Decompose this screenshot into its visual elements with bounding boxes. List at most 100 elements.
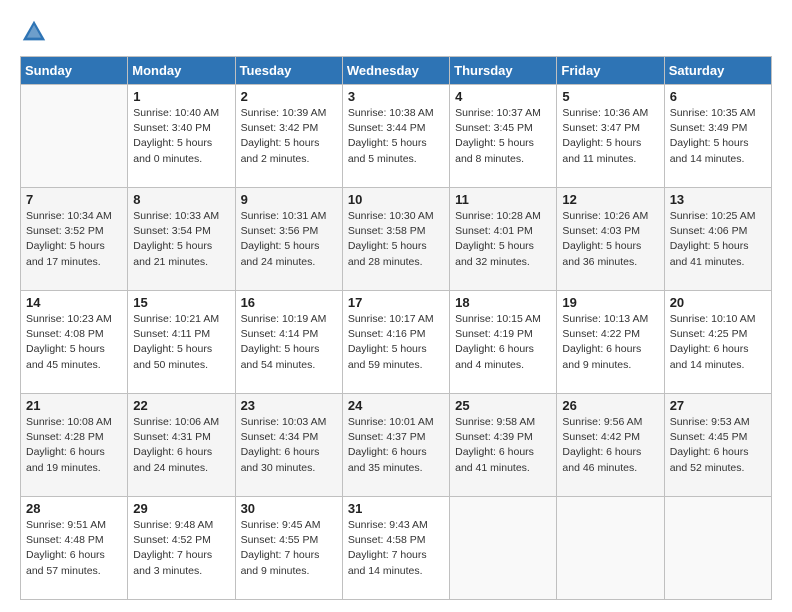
day-number: 10	[348, 192, 444, 207]
day-number: 7	[26, 192, 122, 207]
day-cell: 3 Sunrise: 10:38 AM Sunset: 3:44 PM Dayli…	[342, 85, 449, 188]
day-cell	[450, 497, 557, 600]
day-cell: 18 Sunrise: 10:15 AM Sunset: 4:19 PM Dayl…	[450, 291, 557, 394]
day-cell: 29Sunrise: 9:48 AM Sunset: 4:52 PM Dayli…	[128, 497, 235, 600]
day-number: 20	[670, 295, 766, 310]
day-info: Sunrise: 10:39 AM Sunset: 3:42 PM Daylig…	[241, 106, 337, 167]
day-number: 16	[241, 295, 337, 310]
day-cell: 30Sunrise: 9:45 AM Sunset: 4:55 PM Dayli…	[235, 497, 342, 600]
day-info: Sunrise: 10:17 AM Sunset: 4:16 PM Daylig…	[348, 312, 444, 373]
day-info: Sunrise: 10:34 AM Sunset: 3:52 PM Daylig…	[26, 209, 122, 270]
day-info: Sunrise: 10:35 AM Sunset: 3:49 PM Daylig…	[670, 106, 766, 167]
day-cell: 4Sunrise: 10:37 AM Sunset: 3:45 PM Dayli…	[450, 85, 557, 188]
day-number: 5	[562, 89, 658, 104]
day-number: 25	[455, 398, 551, 413]
day-cell: 2 Sunrise: 10:39 AM Sunset: 3:42 PM Dayli…	[235, 85, 342, 188]
day-info: Sunrise: 10:15 AM Sunset: 4:19 PM Daylig…	[455, 312, 551, 373]
day-info: Sunrise: 10:31 AM Sunset: 3:56 PM Daylig…	[241, 209, 337, 270]
day-cell	[557, 497, 664, 600]
day-info: Sunrise: 9:48 AM Sunset: 4:52 PM Dayligh…	[133, 518, 229, 579]
day-cell: 9Sunrise: 10:31 AM Sunset: 3:56 PM Dayli…	[235, 188, 342, 291]
day-number: 23	[241, 398, 337, 413]
day-number: 6	[670, 89, 766, 104]
page: SundayMondayTuesdayWednesdayThursdayFrid…	[0, 0, 792, 612]
day-number: 28	[26, 501, 122, 516]
day-cell: 27Sunrise: 9:53 AM Sunset: 4:45 PM Dayli…	[664, 394, 771, 497]
day-number: 19	[562, 295, 658, 310]
day-info: Sunrise: 10:28 AM Sunset: 4:01 PM Daylig…	[455, 209, 551, 270]
weekday-header-tuesday: Tuesday	[235, 57, 342, 85]
day-cell: 21 Sunrise: 10:08 AM Sunset: 4:28 PM Dayl…	[21, 394, 128, 497]
day-info: Sunrise: 9:56 AM Sunset: 4:42 PM Dayligh…	[562, 415, 658, 476]
day-info: Sunrise: 10:06 AM Sunset: 4:31 PM Daylig…	[133, 415, 229, 476]
day-cell: 17 Sunrise: 10:17 AM Sunset: 4:16 PM Dayl…	[342, 291, 449, 394]
weekday-header-wednesday: Wednesday	[342, 57, 449, 85]
day-info: Sunrise: 10:40 AM Sunset: 3:40 PM Daylig…	[133, 106, 229, 167]
day-info: Sunrise: 10:26 AM Sunset: 4:03 PM Daylig…	[562, 209, 658, 270]
day-number: 15	[133, 295, 229, 310]
day-number: 3	[348, 89, 444, 104]
day-cell: 28 Sunrise: 9:51 AM Sunset: 4:48 PM Dayli…	[21, 497, 128, 600]
day-info: Sunrise: 10:08 AM Sunset: 4:28 PM Daylig…	[26, 415, 122, 476]
day-info: Sunrise: 10:30 AM Sunset: 3:58 PM Daylig…	[348, 209, 444, 270]
day-info: Sunrise: 10:23 AM Sunset: 4:08 PM Daylig…	[26, 312, 122, 373]
day-number: 14	[26, 295, 122, 310]
day-info: Sunrise: 10:03 AM Sunset: 4:34 PM Daylig…	[241, 415, 337, 476]
week-row-4: 21 Sunrise: 10:08 AM Sunset: 4:28 PM Dayl…	[21, 394, 772, 497]
day-cell: 7 Sunrise: 10:34 AM Sunset: 3:52 PM Dayli…	[21, 188, 128, 291]
day-info: Sunrise: 9:51 AM Sunset: 4:48 PM Dayligh…	[26, 518, 122, 579]
day-info: Sunrise: 9:58 AM Sunset: 4:39 PM Dayligh…	[455, 415, 551, 476]
logo-icon	[20, 18, 48, 46]
day-cell: 22 Sunrise: 10:06 AM Sunset: 4:31 PM Dayl…	[128, 394, 235, 497]
day-info: Sunrise: 10:19 AM Sunset: 4:14 PM Daylig…	[241, 312, 337, 373]
weekday-header-thursday: Thursday	[450, 57, 557, 85]
day-cell: 6 Sunrise: 10:35 AM Sunset: 3:49 PM Dayli…	[664, 85, 771, 188]
day-info: Sunrise: 10:01 AM Sunset: 4:37 PM Daylig…	[348, 415, 444, 476]
day-cell: 13 Sunrise: 10:25 AM Sunset: 4:06 PM Dayl…	[664, 188, 771, 291]
day-number: 2	[241, 89, 337, 104]
day-cell: 31 Sunrise: 9:43 AM Sunset: 4:58 PM Dayli…	[342, 497, 449, 600]
day-info: Sunrise: 10:36 AM Sunset: 3:47 PM Daylig…	[562, 106, 658, 167]
logo	[20, 18, 52, 46]
day-number: 18	[455, 295, 551, 310]
day-info: Sunrise: 10:10 AM Sunset: 4:25 PM Daylig…	[670, 312, 766, 373]
day-number: 1	[133, 89, 229, 104]
weekday-header-saturday: Saturday	[664, 57, 771, 85]
day-cell: 8 Sunrise: 10:33 AM Sunset: 3:54 PM Dayli…	[128, 188, 235, 291]
day-cell: 16 Sunrise: 10:19 AM Sunset: 4:14 PM Dayl…	[235, 291, 342, 394]
day-number: 8	[133, 192, 229, 207]
day-info: Sunrise: 10:21 AM Sunset: 4:11 PM Daylig…	[133, 312, 229, 373]
day-cell: 14 Sunrise: 10:23 AM Sunset: 4:08 PM Dayl…	[21, 291, 128, 394]
day-number: 4	[455, 89, 551, 104]
day-cell: 20 Sunrise: 10:10 AM Sunset: 4:25 PM Dayl…	[664, 291, 771, 394]
day-cell: 24 Sunrise: 10:01 AM Sunset: 4:37 PM Dayl…	[342, 394, 449, 497]
day-number: 21	[26, 398, 122, 413]
header	[20, 18, 772, 46]
day-number: 13	[670, 192, 766, 207]
day-info: Sunrise: 10:25 AM Sunset: 4:06 PM Daylig…	[670, 209, 766, 270]
weekday-header-monday: Monday	[128, 57, 235, 85]
day-cell	[21, 85, 128, 188]
day-info: Sunrise: 10:38 AM Sunset: 3:44 PM Daylig…	[348, 106, 444, 167]
day-cell: 23 Sunrise: 10:03 AM Sunset: 4:34 PM Dayl…	[235, 394, 342, 497]
day-cell	[664, 497, 771, 600]
day-number: 26	[562, 398, 658, 413]
day-cell: 11Sunrise: 10:28 AM Sunset: 4:01 PM Dayl…	[450, 188, 557, 291]
weekday-header-friday: Friday	[557, 57, 664, 85]
day-info: Sunrise: 10:13 AM Sunset: 4:22 PM Daylig…	[562, 312, 658, 373]
day-number: 22	[133, 398, 229, 413]
day-cell: 5 Sunrise: 10:36 AM Sunset: 3:47 PM Dayli…	[557, 85, 664, 188]
day-info: Sunrise: 9:43 AM Sunset: 4:58 PM Dayligh…	[348, 518, 444, 579]
calendar: SundayMondayTuesdayWednesdayThursdayFrid…	[20, 56, 772, 600]
day-number: 24	[348, 398, 444, 413]
day-number: 31	[348, 501, 444, 516]
day-cell: 10 Sunrise: 10:30 AM Sunset: 3:58 PM Dayl…	[342, 188, 449, 291]
day-number: 27	[670, 398, 766, 413]
day-cell: 12Sunrise: 10:26 AM Sunset: 4:03 PM Dayl…	[557, 188, 664, 291]
week-row-2: 7 Sunrise: 10:34 AM Sunset: 3:52 PM Dayli…	[21, 188, 772, 291]
week-row-1: 1 Sunrise: 10:40 AM Sunset: 3:40 PM Dayli…	[21, 85, 772, 188]
day-number: 17	[348, 295, 444, 310]
weekday-header-sunday: Sunday	[21, 57, 128, 85]
day-number: 30	[241, 501, 337, 516]
day-info: Sunrise: 10:33 AM Sunset: 3:54 PM Daylig…	[133, 209, 229, 270]
